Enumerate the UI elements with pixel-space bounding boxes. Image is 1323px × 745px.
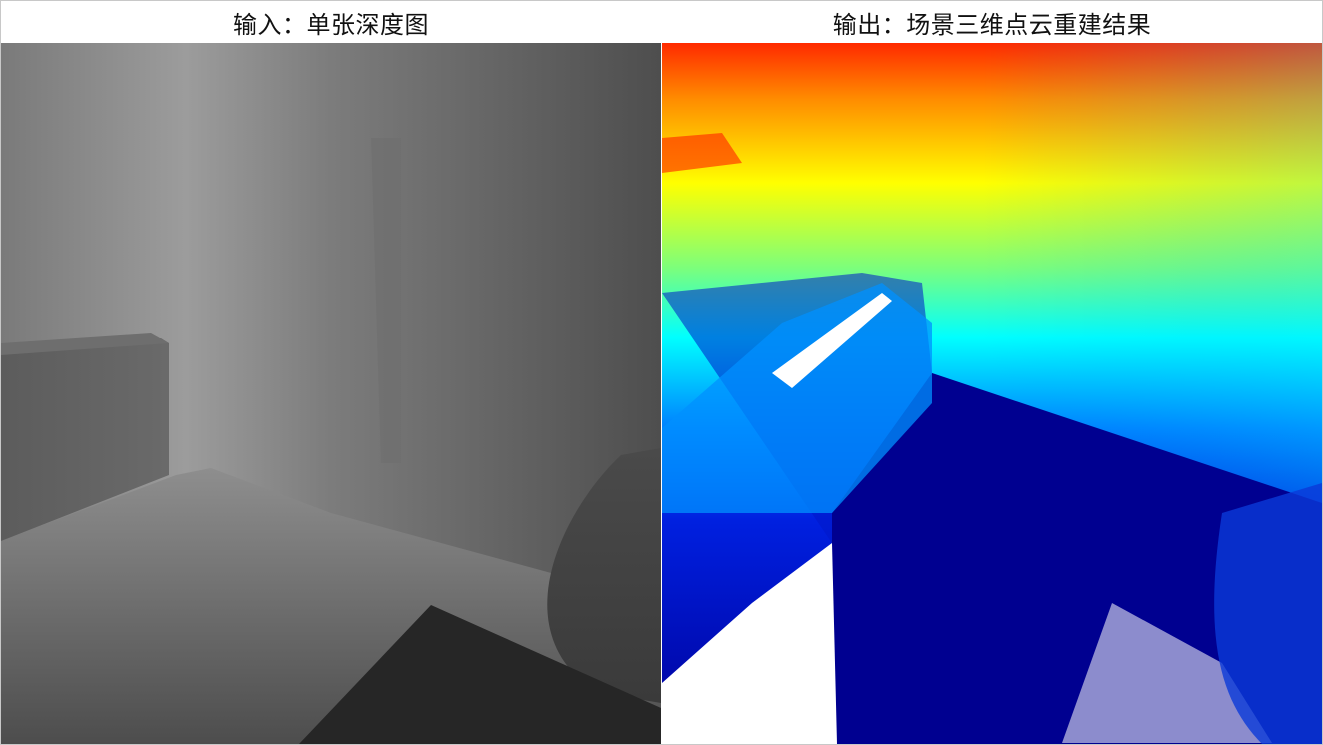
depth-map-image (1, 43, 661, 744)
input-caption: 输入：单张深度图 (1, 1, 661, 43)
output-caption: 输出：场景三维点云重建结果 (662, 1, 1322, 43)
input-panel: 输入：单张深度图 (1, 1, 661, 744)
output-panel: 输出：场景三维点云重建结果 (662, 1, 1322, 744)
comparison-figure: 输入：单张深度图 输出：场景三维点云重建结果 (0, 0, 1323, 745)
point-cloud-image (662, 43, 1322, 744)
